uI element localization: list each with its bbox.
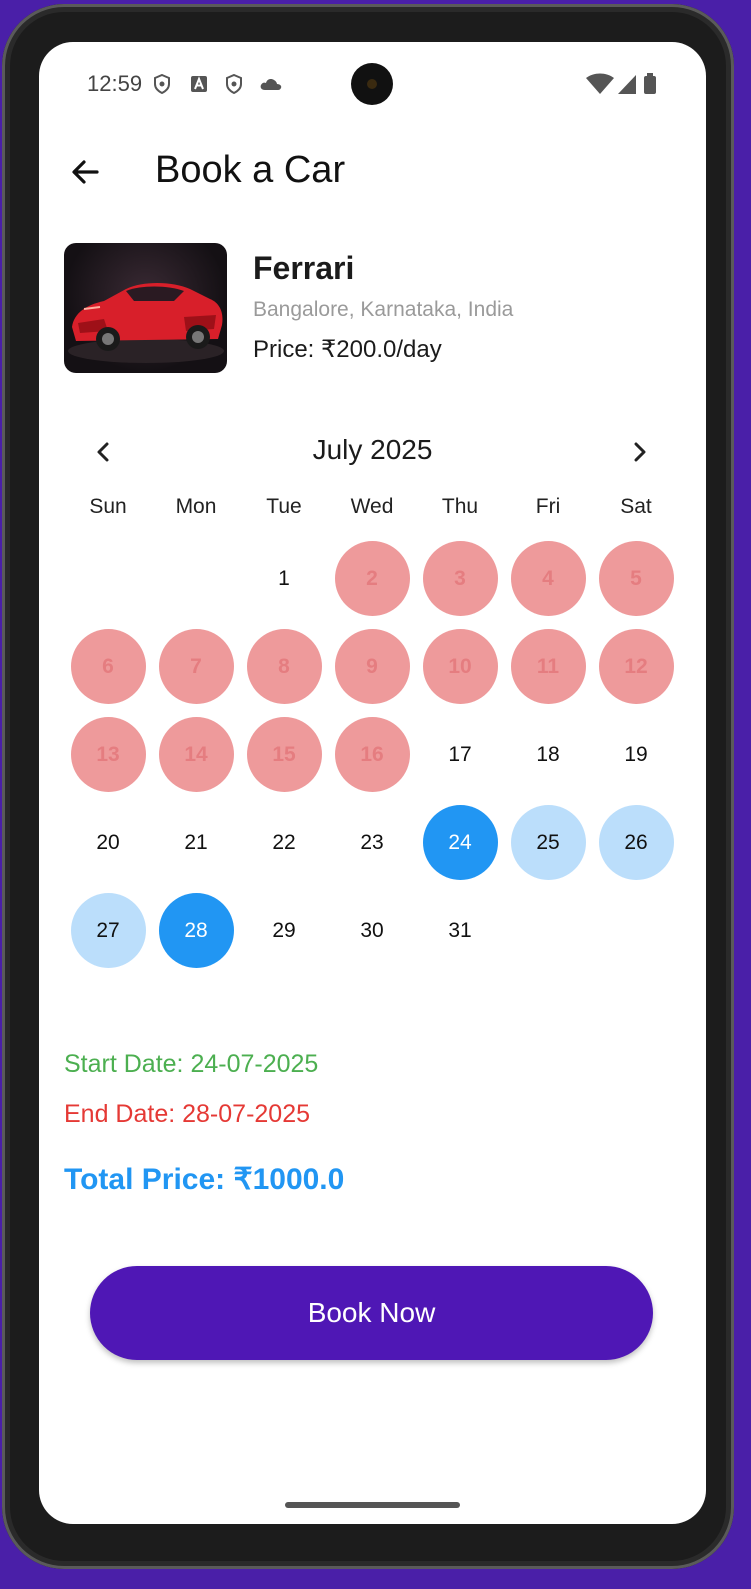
total-price-label: Total Price: ₹1000.0 (64, 1163, 345, 1196)
page-title: Book a Car (155, 149, 346, 191)
calendar-day-14[interactable]: 14 (158, 717, 234, 792)
calendar-day-21[interactable]: 21 (159, 805, 234, 880)
car-price: Price: ₹200.0/day (253, 336, 442, 363)
calendar-day-19[interactable]: 19 (599, 717, 674, 792)
font-icon (190, 74, 208, 94)
calendar-day-12[interactable]: 12 (598, 629, 674, 704)
calendar-day-5[interactable]: 5 (598, 541, 674, 616)
calendar-day-16[interactable]: 16 (334, 717, 410, 792)
calendar-day-25[interactable]: 25 (510, 805, 586, 880)
calendar-day-1[interactable]: 1 (247, 541, 322, 616)
weekday-label: Tue (266, 495, 302, 518)
system-icons (584, 73, 664, 95)
calendar-day-24[interactable]: 24 (422, 805, 498, 880)
back-button[interactable] (65, 152, 105, 192)
calendar-day-6[interactable]: 6 (70, 629, 146, 704)
app-screen: 12:59 Book a Car Ferrari Bangalore, Karn… (39, 42, 706, 1524)
weekday-label: Sat (620, 495, 652, 518)
wifi-icon (586, 73, 614, 94)
weekday-label: Sun (89, 495, 127, 518)
signal-icon (618, 75, 636, 94)
car-image (64, 243, 227, 373)
calendar-day-27[interactable]: 27 (70, 893, 146, 968)
shield-icon (225, 73, 243, 95)
calendar-day-22[interactable]: 22 (247, 805, 322, 880)
calendar-day-28[interactable]: 28 (158, 893, 234, 968)
weekday-label: Thu (441, 495, 479, 518)
arrow-left-icon (72, 160, 99, 184)
book-now-button[interactable]: Book Now (90, 1266, 653, 1360)
calendar-day-9[interactable]: 9 (334, 629, 410, 704)
calendar-day-3[interactable]: 3 (422, 541, 498, 616)
calendar-day-4[interactable]: 4 (510, 541, 586, 616)
calendar-day-26[interactable]: 26 (598, 805, 674, 880)
front-camera (351, 63, 393, 105)
calendar-day-7[interactable]: 7 (158, 629, 234, 704)
home-indicator[interactable] (285, 1502, 460, 1508)
calendar-day-31[interactable]: 31 (423, 893, 498, 968)
status-time: 12:59 (87, 71, 143, 96)
phone-frame: 12:59 Book a Car Ferrari Bangalore, Karn… (2, 4, 734, 1569)
weekday-label: Wed (350, 495, 394, 518)
weekday-label: Fri (535, 495, 561, 518)
cloud-icon (259, 74, 283, 94)
calendar-day-23[interactable]: 23 (335, 805, 410, 880)
calendar-day-30[interactable]: 30 (335, 893, 410, 968)
car-location: Bangalore, Karnataka, India (253, 298, 514, 321)
shield-icon (153, 73, 171, 95)
battery-icon (644, 73, 656, 94)
calendar-day-10[interactable]: 10 (422, 629, 498, 704)
calendar-day-29[interactable]: 29 (247, 893, 322, 968)
weekday-label: Mon (175, 495, 217, 518)
calendar-day-2[interactable]: 2 (334, 541, 410, 616)
end-date-label: End Date: 28-07-2025 (64, 1100, 311, 1128)
calendar-day-18[interactable]: 18 (511, 717, 586, 792)
calendar-month-title: July 2025 (312, 434, 433, 465)
chevron-right-icon (634, 442, 646, 462)
calendar-day-11[interactable]: 11 (510, 629, 586, 704)
car-name: Ferrari (253, 250, 355, 286)
calendar-day-20[interactable]: 20 (71, 805, 146, 880)
calendar-day-15[interactable]: 15 (246, 717, 322, 792)
calendar-day-13[interactable]: 13 (70, 717, 146, 792)
status-bar: 12:59 (39, 42, 706, 126)
next-month-button[interactable] (624, 436, 656, 468)
calendar-day-17[interactable]: 17 (423, 717, 498, 792)
start-date-label: Start Date: 24-07-2025 (64, 1050, 319, 1078)
calendar-day-8[interactable]: 8 (246, 629, 322, 704)
